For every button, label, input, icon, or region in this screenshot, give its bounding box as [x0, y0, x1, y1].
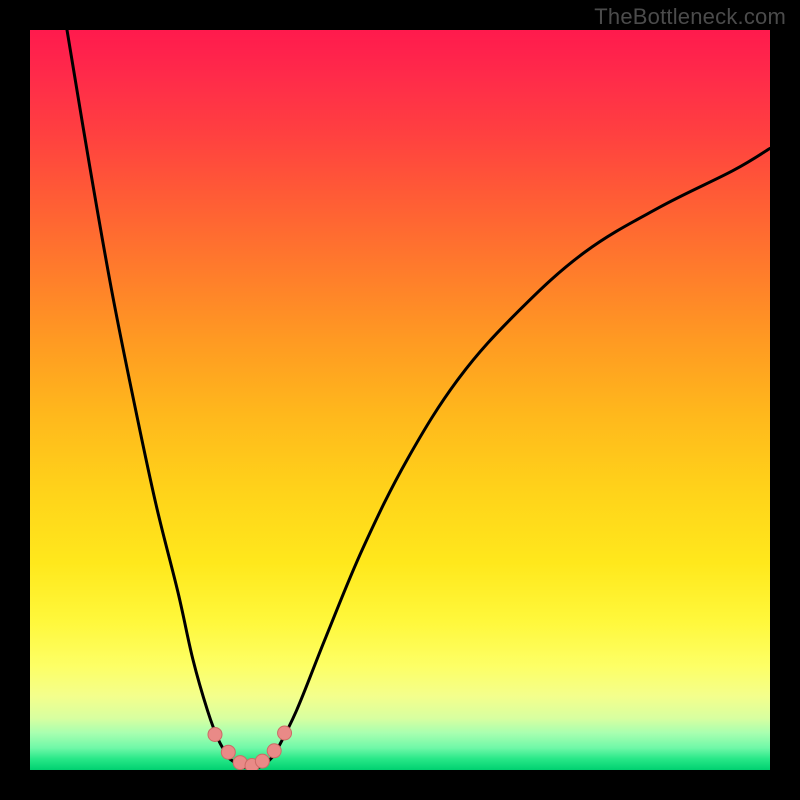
- plot-area: [30, 30, 770, 770]
- valley-markers: [208, 726, 292, 770]
- valley-marker: [267, 744, 281, 758]
- curve-right-branch: [274, 148, 770, 755]
- curve-layer: [30, 30, 770, 770]
- valley-marker: [255, 754, 269, 768]
- watermark-text: TheBottleneck.com: [594, 4, 786, 30]
- chart-frame: TheBottleneck.com: [0, 0, 800, 800]
- valley-marker: [208, 727, 222, 741]
- bottleneck-curve: [67, 30, 770, 768]
- valley-marker: [221, 745, 235, 759]
- valley-marker: [278, 726, 292, 740]
- curve-left-branch: [67, 30, 230, 759]
